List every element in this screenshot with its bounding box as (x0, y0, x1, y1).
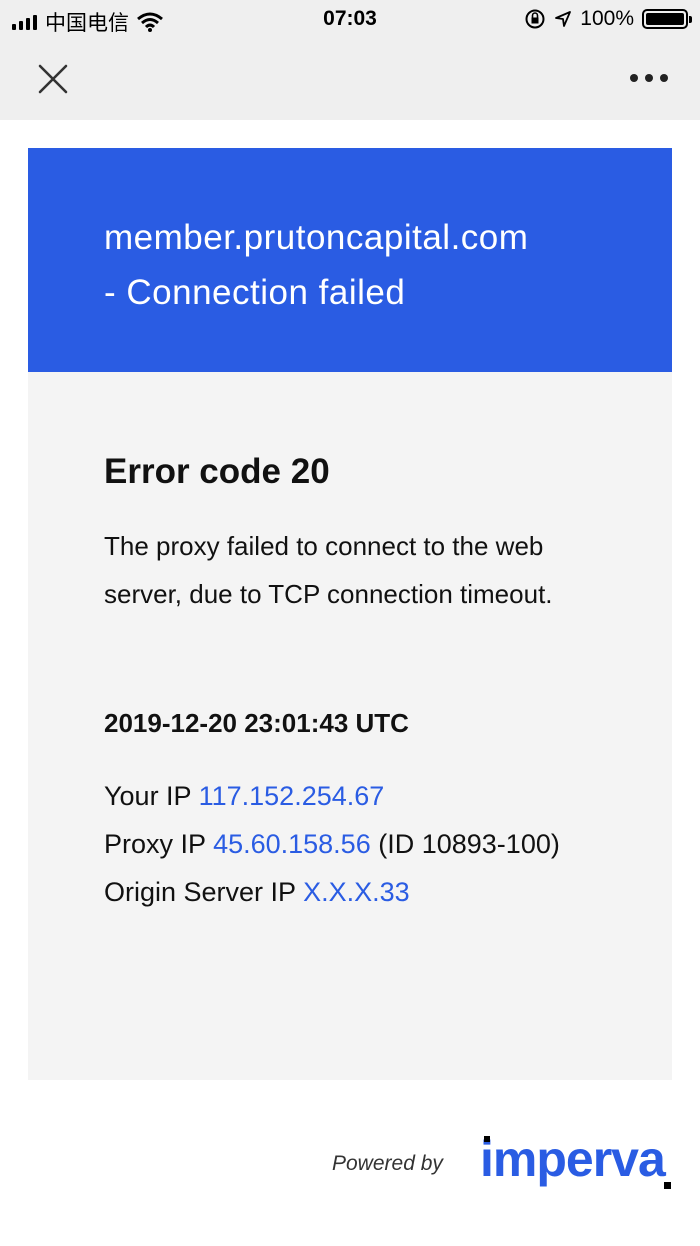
error-description: The proxy failed to connect to the web s… (104, 531, 553, 609)
your-ip-row: Your IP 117.152.254.67 (104, 772, 612, 820)
proxy-ip-link[interactable]: 45.60.158.56 (213, 829, 371, 859)
error-panel: Error code 20 The proxy failed to connec… (28, 372, 672, 1080)
close-icon (38, 64, 68, 94)
proxy-ip-label: Proxy IP (104, 829, 206, 859)
battery-percent: 100% (580, 7, 634, 30)
error-timestamp: 2019-12-20 23:01:43 UTC (104, 708, 409, 738)
origin-ip-link[interactable]: X.X.X.33 (303, 877, 410, 907)
browser-nav-bar (0, 40, 700, 120)
origin-ip-label: Origin Server IP (104, 877, 296, 907)
more-icon (630, 74, 638, 82)
imperva-logo-mark (484, 1136, 490, 1142)
rotation-lock-icon (525, 9, 545, 29)
location-arrow-icon (555, 11, 572, 27)
footer: Powered by imperva (0, 1110, 700, 1210)
your-ip-label: Your IP (104, 781, 192, 811)
more-button[interactable] (630, 68, 670, 88)
error-code-title: Error code 20 (104, 452, 330, 491)
error-banner: member.prutoncapital.com - Connection fa… (28, 148, 672, 372)
imperva-logo[interactable]: imperva (480, 1130, 666, 1188)
proxy-id: (ID 10893-100) (378, 829, 560, 859)
powered-by-label: Powered by (332, 1152, 443, 1175)
battery-fill (646, 13, 684, 25)
origin-ip-row: Origin Server IP X.X.X.33 (104, 868, 612, 916)
status-bar: 中国电信 07:03 100% (0, 0, 700, 40)
ip-info: Your IP 117.152.254.67 Proxy IP 45.60.15… (104, 772, 612, 916)
status-right: 100% (524, 7, 692, 31)
close-button[interactable] (34, 60, 72, 98)
banner-title-line2: - Connection failed (104, 273, 406, 312)
banner-title-line1: member.prutoncapital.com (104, 218, 529, 257)
battery-icon (642, 9, 692, 29)
imperva-logo-dot (664, 1182, 671, 1189)
proxy-ip-row: Proxy IP 45.60.158.56 (ID 10893-100) (104, 820, 612, 868)
your-ip-link[interactable]: 117.152.254.67 (199, 781, 385, 811)
